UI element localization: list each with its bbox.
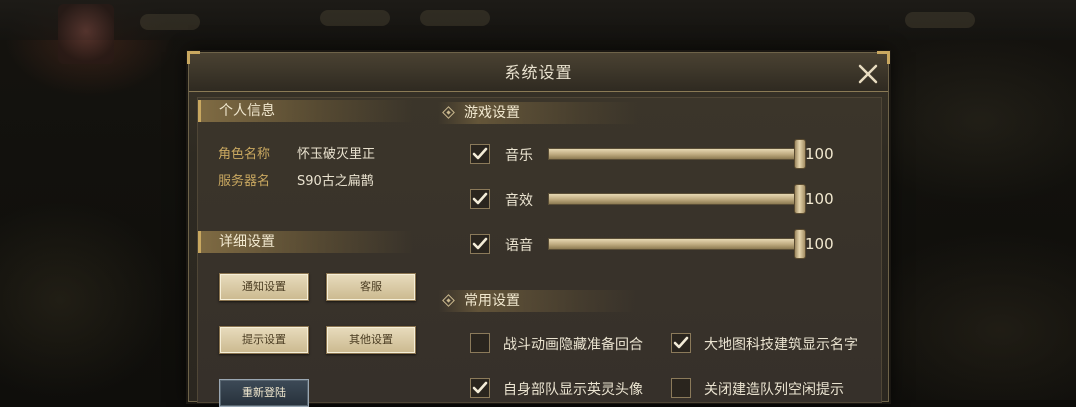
volume-slider-fill: [549, 149, 803, 159]
checkmark-icon: [472, 237, 488, 250]
slider-label: 语音: [505, 238, 533, 254]
volume-slider-track[interactable]: [548, 148, 804, 160]
server-name-value: S90古之扁鹊: [297, 174, 374, 189]
option-checkbox-2[interactable]: [671, 333, 691, 353]
volume-slider-track[interactable]: [548, 193, 804, 205]
detail-settings-header-label: 详细设置: [219, 234, 275, 250]
detail-settings-header: 详细设置: [198, 231, 413, 253]
diamond-icon: [442, 294, 455, 307]
slider-label: 音乐: [505, 148, 533, 164]
option-label: 战斗动画隐藏准备回合: [503, 337, 643, 353]
checkbox-3[interactable]: [470, 234, 490, 254]
volume-value: 100: [805, 235, 834, 253]
system-settings-dialog: 系统设置 个人信息 角色名称 怀玉破灭里正 服务器名 S90古之扁鹊 详细设置 …: [187, 51, 890, 407]
game-settings-header-label: 游戏设置: [464, 105, 520, 121]
diamond-icon: [442, 106, 455, 119]
resource-chip: [420, 10, 490, 26]
slider-label: 音效: [505, 193, 533, 209]
dialog-body: 个人信息 角色名称 怀玉破灭里正 服务器名 S90古之扁鹊 详细设置 通知设置 …: [197, 97, 882, 407]
resource-chip: [140, 14, 200, 30]
volume-slider-fill: [549, 239, 803, 249]
server-name-label: 服务器名: [218, 174, 271, 189]
hint-settings-button[interactable]: 提示设置: [219, 326, 309, 354]
relogin-button[interactable]: 重新登陆: [219, 379, 309, 407]
checkmark-icon: [472, 192, 488, 205]
close-icon: [858, 64, 878, 84]
other-settings-button[interactable]: 其他设置: [326, 326, 416, 354]
dialog-title: 系统设置: [504, 63, 573, 82]
role-name-value: 怀玉破灭里正: [297, 147, 376, 162]
option-label: 自身部队显示英灵头像: [503, 382, 643, 398]
option-checkbox-1[interactable]: [470, 333, 490, 353]
checkbox-1[interactable]: [470, 144, 490, 164]
checkmark-icon: [472, 381, 488, 394]
option-label: 关闭建造队列空闲提示: [704, 382, 844, 398]
customer-service-button[interactable]: 客服: [326, 273, 416, 301]
option-label: 大地图科技建筑显示名字: [704, 337, 858, 353]
common-settings-header-label: 常用设置: [464, 293, 520, 309]
volume-slider-fill: [549, 194, 803, 204]
resource-chip: [905, 12, 975, 28]
personal-info-header-label: 个人信息: [219, 103, 275, 119]
close-button[interactable]: [855, 61, 881, 87]
notify-settings-button[interactable]: 通知设置: [219, 273, 309, 301]
checkmark-icon: [472, 147, 488, 160]
volume-slider-track[interactable]: [548, 238, 804, 250]
role-name-label: 角色名称: [218, 147, 271, 162]
common-settings-header: 常用设置: [438, 290, 638, 312]
checkmark-icon: [673, 336, 689, 349]
game-settings-header: 游戏设置: [438, 102, 638, 124]
personal-info-header: 个人信息: [198, 100, 413, 122]
option-checkbox-3[interactable]: [470, 378, 490, 398]
volume-value: 100: [805, 190, 834, 208]
checkbox-2[interactable]: [470, 189, 490, 209]
corner-ornament: [187, 51, 200, 64]
volume-value: 100: [805, 145, 834, 163]
resource-chip: [320, 10, 390, 26]
player-avatar: [58, 4, 114, 64]
option-checkbox-4[interactable]: [671, 378, 691, 398]
dialog-header: 系统设置: [189, 53, 888, 92]
